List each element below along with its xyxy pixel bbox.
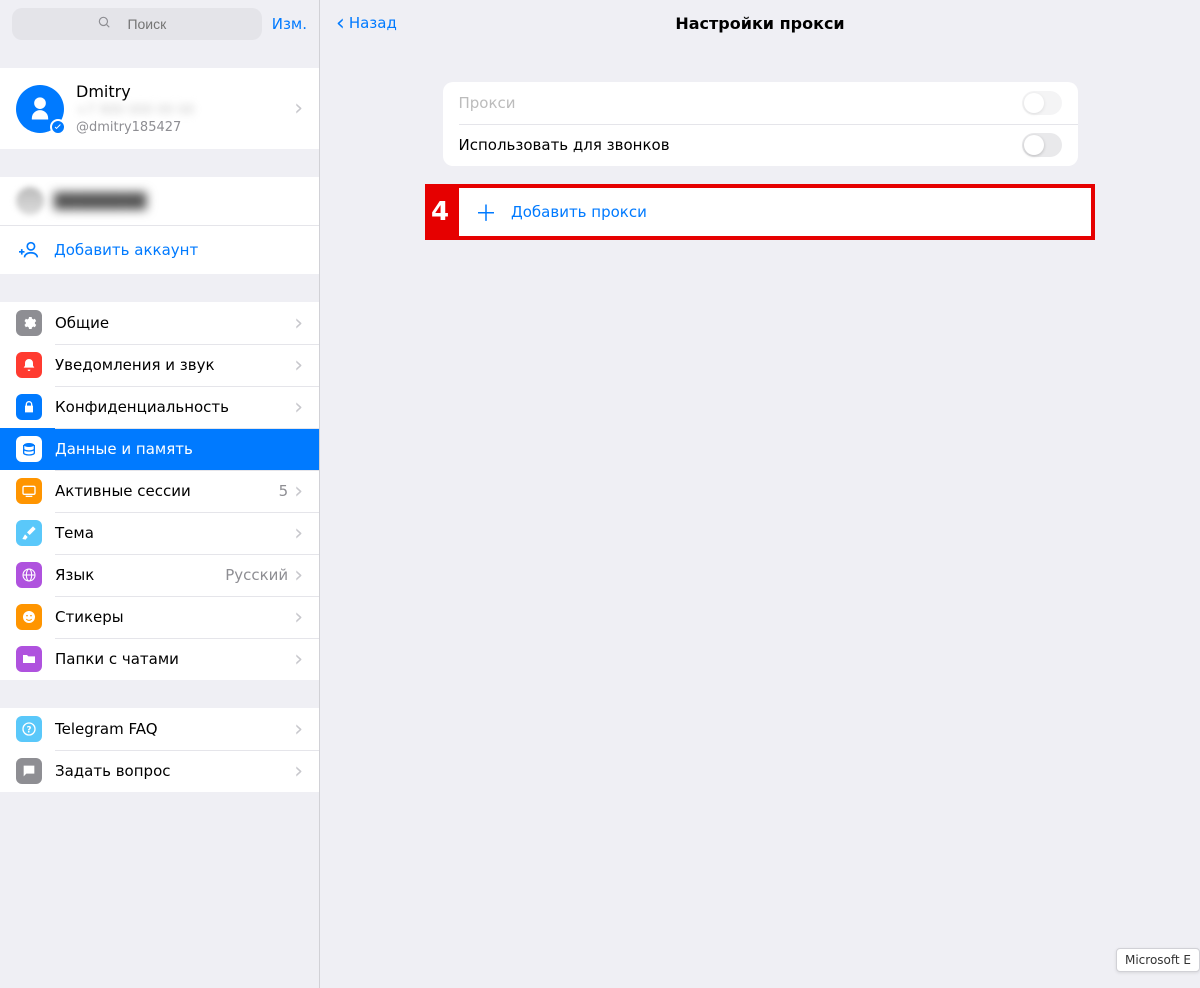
devices-icon [16,478,42,504]
chevron-right-icon: › [294,395,303,420]
plus-icon: ＋ [475,196,497,228]
help-group: ? Telegram FAQ › Задать вопрос › [0,708,319,792]
menu-data-memory[interactable]: Данные и память [0,428,319,470]
back-label: Назад [349,14,397,32]
sticker-icon [16,604,42,630]
profile-avatar [16,85,64,133]
bottom-tooltip: Microsoft E [1116,948,1200,972]
use-for-calls-row: Использовать для звонков [443,124,1078,166]
proxy-toggle [1022,91,1062,115]
question-icon: ? [16,716,42,742]
calls-toggle[interactable] [1022,133,1062,157]
menu-sessions[interactable]: Активные сессии 5 › [0,470,319,512]
profile-row[interactable]: Dmitry +7 900 000 00 00 @dmitry185427 › [0,68,319,149]
callout-number: 4 [425,184,455,240]
chevron-right-icon: › [294,521,303,546]
add-account-label: Добавить аккаунт [54,241,198,259]
page-title: Настройки прокси [675,14,844,33]
profile-phone: +7 900 000 00 00 [76,103,294,118]
search-icon [97,15,111,33]
database-icon [16,436,42,462]
svg-text:?: ? [26,725,31,735]
add-account-button[interactable]: Добавить аккаунт [0,226,319,274]
menu-folders[interactable]: Папки с чатами › [0,638,319,680]
menu-theme[interactable]: Тема › [0,512,319,554]
chevron-right-icon: › [294,96,303,121]
menu-faq[interactable]: ? Telegram FAQ › [0,708,319,750]
menu-label: Язык [55,566,225,584]
menu-notifications[interactable]: Уведомления и звук › [0,344,319,386]
chevron-right-icon: › [294,605,303,630]
language-value: Русский [225,566,288,584]
globe-icon [16,562,42,588]
menu-stickers[interactable]: Стикеры › [0,596,319,638]
sidebar: Изм. Dmitry +7 900 000 00 00 @dmitry1854… [0,0,320,988]
chevron-right-icon: › [294,353,303,378]
menu-label: Конфиденциальность [55,398,294,416]
main-content: ‹ Назад Настройки прокси Прокси Использо… [320,0,1200,988]
search-box[interactable] [12,8,262,40]
menu-label: Уведомления и звук [55,356,294,374]
edit-button[interactable]: Изм. [272,15,307,33]
add-proxy-button[interactable]: ＋ Добавить прокси [455,184,1095,240]
gear-icon [16,310,42,336]
chevron-right-icon: › [294,479,303,504]
profile-name: Dmitry [76,82,294,101]
other-account-avatar [16,187,44,215]
menu-ask[interactable]: Задать вопрос › [0,750,319,792]
sidebar-topbar: Изм. [0,0,319,48]
chevron-right-icon: › [294,759,303,784]
chat-icon [16,758,42,784]
brush-icon [16,520,42,546]
menu-label: Задать вопрос [55,762,294,780]
folder-icon [16,646,42,672]
menu-label: Папки с чатами [55,650,294,668]
add-proxy-label: Добавить прокси [511,203,647,221]
menu-label: Стикеры [55,608,294,626]
settings-group: Общие › Уведомления и звук › Конфиденциа… [0,302,319,680]
menu-label: Данные и память [55,440,303,458]
main-header: ‹ Назад Настройки прокси [320,0,1200,46]
chevron-left-icon: ‹ [336,11,345,36]
other-account-name: ████████ [54,192,146,210]
bell-icon [16,352,42,378]
menu-general[interactable]: Общие › [0,302,319,344]
proxy-label: Прокси [459,94,1022,112]
other-account-row[interactable]: ████████ [0,177,319,226]
chevron-right-icon: › [294,647,303,672]
menu-label: Общие [55,314,294,332]
menu-label: Активные сессии [55,482,279,500]
menu-language[interactable]: Язык Русский › [0,554,319,596]
profile-handle: @dmitry185427 [76,120,294,135]
chevron-right-icon: › [294,563,303,588]
profile-info: Dmitry +7 900 000 00 00 @dmitry185427 [76,82,294,135]
add-person-icon [16,236,44,264]
chevron-right-icon: › [294,717,303,742]
menu-label: Telegram FAQ [55,720,294,738]
verified-badge-icon [50,119,66,135]
back-button[interactable]: ‹ Назад [336,0,397,46]
search-input[interactable] [117,16,177,32]
sessions-count: 5 [279,482,289,500]
lock-icon [16,394,42,420]
menu-label: Тема [55,524,294,542]
add-proxy-callout: 4 ＋ Добавить прокси [425,184,1095,240]
proxy-toggle-row: Прокси [443,82,1078,124]
chevron-right-icon: › [294,311,303,336]
menu-privacy[interactable]: Конфиденциальность › [0,386,319,428]
calls-label: Использовать для звонков [459,136,1022,154]
proxy-settings-panel: Прокси Использовать для звонков [443,82,1078,166]
